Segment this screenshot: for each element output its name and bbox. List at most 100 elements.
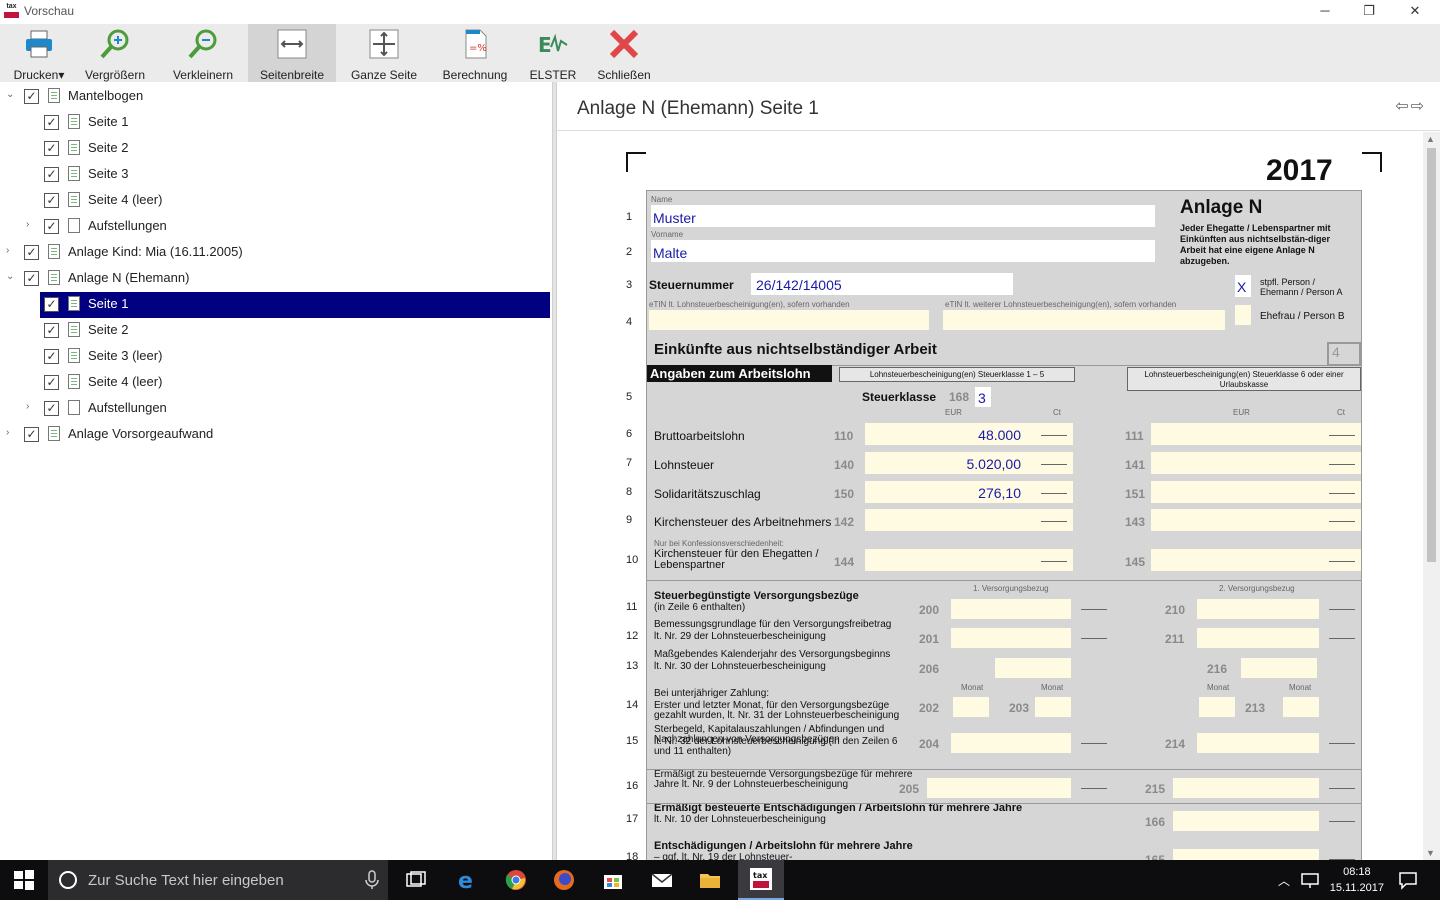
collapsed-chevron-icon[interactable]: › (26, 220, 36, 230)
tree-item[interactable]: ✓ Seite 3 (0, 162, 552, 186)
amount-field[interactable] (1151, 452, 1361, 474)
tree-checkbox[interactable]: ✓ (44, 297, 59, 312)
close-button[interactable]: Schließen (592, 24, 656, 82)
amount-field[interactable] (951, 628, 1071, 648)
year-field[interactable] (995, 658, 1071, 678)
tree-item[interactable]: ✓ Seite 2 (0, 318, 552, 342)
month-field[interactable] (1035, 697, 1071, 717)
tree-item[interactable]: ✓ Seite 4 (leer) (0, 370, 552, 394)
taskbar-tax-active[interactable]: tax (738, 860, 784, 900)
tree-checkbox[interactable]: ✓ (44, 167, 59, 182)
amount-field[interactable] (865, 549, 1073, 571)
chrome-icon[interactable] (504, 868, 528, 892)
tree-checkbox[interactable]: ✓ (24, 427, 39, 442)
network-icon[interactable] (1298, 868, 1322, 892)
amount-field[interactable] (951, 733, 1071, 753)
amount-field[interactable] (1197, 733, 1319, 753)
amount-field[interactable] (1197, 628, 1319, 648)
task-view-icon[interactable] (404, 868, 428, 892)
amount-field[interactable] (927, 778, 1071, 798)
month-field[interactable] (1199, 697, 1235, 717)
amount-field[interactable] (1197, 599, 1319, 619)
year-field[interactable] (1241, 658, 1317, 678)
full-page-button[interactable]: Ganze Seite (344, 24, 424, 82)
tree-checkbox[interactable]: ✓ (44, 349, 59, 364)
tree-checkbox[interactable]: ✓ (44, 401, 59, 416)
store-icon[interactable] (601, 868, 625, 892)
print-button[interactable]: Drucken▾ (8, 24, 70, 82)
amount-field[interactable] (951, 599, 1071, 619)
edge-icon[interactable]: e (456, 868, 480, 892)
scroll-down-icon[interactable]: ▼ (1426, 848, 1435, 858)
amount-field[interactable] (1151, 481, 1361, 503)
tree-checkbox[interactable]: ✓ (44, 219, 59, 234)
tree-checkbox[interactable]: ✓ (44, 193, 59, 208)
page-nav-arrows-icon[interactable]: ⇦⇨ (1395, 96, 1426, 116)
tree-item[interactable]: ✓ Seite 1 (0, 110, 552, 134)
tree-checkbox[interactable]: ✓ (24, 89, 39, 104)
minimize-button[interactable]: ─ (1302, 0, 1348, 24)
collapsed-chevron-icon[interactable]: › (6, 428, 16, 438)
scroll-up-icon[interactable]: ▲ (1426, 134, 1435, 144)
amount-field[interactable] (865, 509, 1073, 531)
tray-chevron-icon[interactable]: ︿ (1278, 872, 1290, 889)
etin2-field[interactable] (943, 310, 1225, 330)
tree-checkbox[interactable]: ✓ (44, 115, 59, 130)
tree-item[interactable]: › ✓ Aufstellungen (0, 214, 552, 238)
tree-checkbox[interactable]: ✓ (44, 375, 59, 390)
firefox-icon[interactable] (552, 868, 576, 892)
notification-icon[interactable] (1396, 868, 1420, 892)
tree-item[interactable]: › ✓ Anlage Kind: Mia (16.11.2005) (0, 240, 552, 264)
tree-item[interactable]: ⌄ ✓ Anlage N (Ehemann) (0, 266, 552, 290)
clock[interactable]: 08:18 15.11.2017 (1330, 864, 1384, 896)
file-explorer-icon[interactable] (698, 868, 722, 892)
amount-field[interactable] (1151, 423, 1361, 445)
amount-field[interactable] (1173, 811, 1319, 831)
month-field[interactable] (1283, 697, 1319, 717)
tree-item[interactable]: › ✓ Aufstellungen (0, 396, 552, 420)
etin1-field[interactable] (649, 310, 929, 330)
tree-checkbox[interactable]: ✓ (44, 323, 59, 338)
tab-steuerklasse-1-5[interactable]: Lohnsteuerbescheinigung(en) Steuerklasse… (839, 367, 1075, 382)
mail-icon[interactable] (650, 868, 674, 892)
page-width-label: Seitenbreite (259, 68, 325, 82)
amount-field[interactable] (1173, 849, 1319, 860)
zoom-in-button[interactable]: Vergrößern (80, 24, 150, 82)
tree-item[interactable]: ✓ Seite 4 (leer) (0, 188, 552, 212)
tree-checkbox[interactable]: ✓ (24, 271, 39, 286)
taskbar-search[interactable]: Zur Suche Text hier eingeben (48, 860, 388, 900)
vertical-scrollbar[interactable]: ▲ ▼ (1423, 132, 1440, 860)
collapsed-chevron-icon[interactable]: › (26, 402, 36, 412)
tab-steuerklasse-6[interactable]: Lohnsteuerbescheinigung(en) Steuerklasse… (1127, 367, 1361, 391)
windows-start-icon[interactable] (12, 868, 36, 892)
collapsed-chevron-icon[interactable]: › (6, 246, 16, 256)
amount-field[interactable] (1151, 509, 1361, 531)
search-input[interactable]: Zur Suche Text hier eingeben (88, 872, 284, 889)
calculation-button[interactable]: =% Berechnung (436, 24, 514, 82)
restore-button[interactable]: ❐ (1346, 0, 1392, 24)
scrollbar-thumb[interactable] (1427, 148, 1436, 562)
microphone-icon[interactable] (360, 868, 384, 892)
person-b-checkbox[interactable] (1235, 305, 1251, 325)
elster-button[interactable]: E ELSTER (524, 24, 582, 82)
amount-field[interactable] (865, 481, 1073, 503)
month-field[interactable] (953, 697, 989, 717)
tree-item[interactable]: ✓ Seite 3 (leer) (0, 344, 552, 368)
tree-item[interactable]: ✓ Seite 1 (0, 292, 552, 318)
page-width-button[interactable]: Seitenbreite (248, 24, 336, 82)
amount-field[interactable] (865, 423, 1073, 445)
close-window-button[interactable]: ✕ (1392, 0, 1438, 24)
tree-item-label: Seite 4 (leer) (88, 192, 163, 207)
tree-item[interactable]: ⌄ ✓ Mantelbogen (0, 84, 552, 108)
tree-item[interactable]: ✓ Seite 2 (0, 136, 552, 160)
tree-checkbox[interactable]: ✓ (24, 245, 39, 260)
amount-field[interactable] (1173, 778, 1319, 798)
tree-item[interactable]: › ✓ Anlage Vorsorgeaufwand (0, 422, 552, 446)
vorname-field[interactable] (651, 240, 1155, 262)
amount-field[interactable] (1151, 549, 1361, 571)
zoom-out-button[interactable]: Verkleinern (168, 24, 238, 82)
tree-checkbox[interactable]: ✓ (44, 141, 59, 156)
name-field[interactable] (651, 205, 1155, 227)
expanded-chevron-icon[interactable]: ⌄ (6, 90, 16, 100)
expanded-chevron-icon[interactable]: ⌄ (6, 272, 16, 282)
